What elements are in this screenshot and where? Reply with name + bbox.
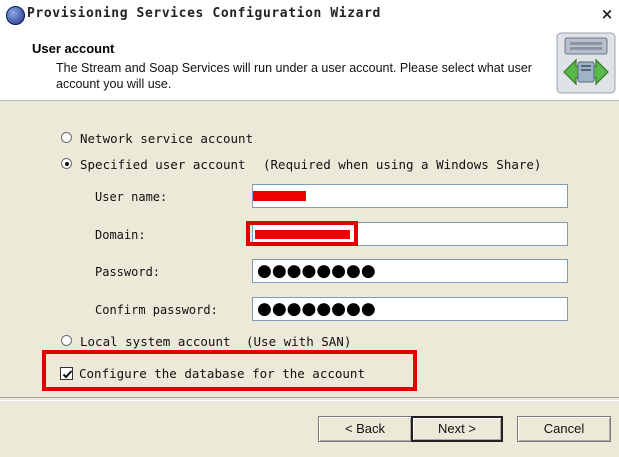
highlight-box-domain (246, 221, 358, 246)
password-field[interactable]: ●●●●●●●● (252, 259, 568, 283)
label-specified-user: Specified user account (80, 157, 246, 172)
domain-label: Domain: (95, 228, 146, 242)
username-field[interactable] (252, 184, 568, 208)
password-label: Password: (95, 265, 161, 279)
footer-divider (0, 397, 619, 401)
wizard-body: Network service account Specified user a… (0, 101, 619, 397)
radio-local-system[interactable] (61, 335, 72, 346)
server-network-icon (556, 32, 616, 94)
highlight-box-configure-db (42, 350, 417, 391)
wizard-header: User account The Stream and Soap Service… (0, 30, 619, 101)
username-label: User name: (95, 190, 168, 204)
label-local-system: Local system account (80, 334, 231, 349)
password-value: ●●●●●●●● (257, 261, 376, 281)
local-system-note: (Use with SAN) (246, 334, 352, 349)
redaction-mark (253, 191, 306, 201)
back-button[interactable]: < Back (318, 416, 412, 442)
confirm-password-label: Confirm password: (95, 303, 218, 317)
next-button[interactable]: Next > (411, 416, 503, 442)
close-button[interactable]: × (598, 5, 616, 23)
cancel-button[interactable]: Cancel (517, 416, 611, 442)
label-network-service: Network service account (80, 131, 254, 146)
window-title: Provisioning Services Configuration Wiza… (27, 6, 381, 21)
specified-user-note: (Required when using a Windows Share) (263, 157, 542, 172)
radio-specified-user[interactable] (61, 158, 72, 169)
confirm-password-value: ●●●●●●●● (257, 299, 376, 319)
title-bar[interactable]: Provisioning Services Configuration Wiza… (0, 0, 619, 31)
page-description: The Stream and Soap Services will run un… (56, 61, 532, 91)
page-title: User account (32, 41, 115, 56)
app-icon (6, 6, 25, 25)
radio-network-service[interactable] (61, 132, 72, 143)
wizard-window: Provisioning Services Configuration Wiza… (0, 0, 619, 457)
confirm-password-field[interactable]: ●●●●●●●● (252, 297, 568, 321)
